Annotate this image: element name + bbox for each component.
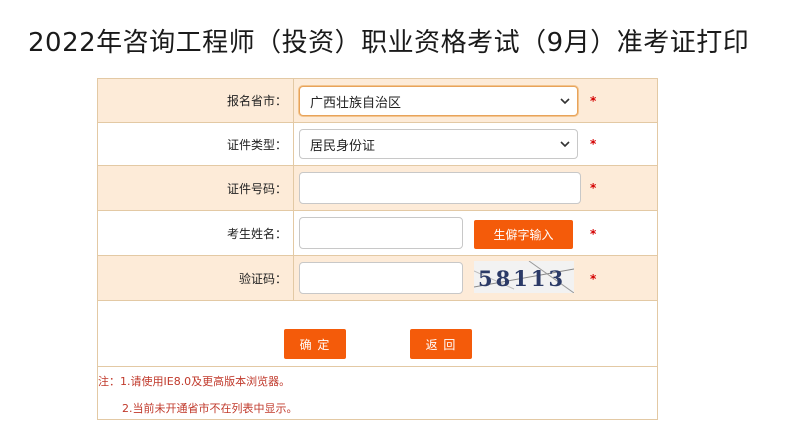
id-type-field-cell: 居民身份证 * [295, 123, 657, 165]
province-select-value: 广西壮族自治区 [310, 95, 402, 111]
admission-ticket-form: 报名省市： 广西壮族自治区 * 证件类型： 居民身份证 * 证件号码： * 考生… [97, 78, 658, 420]
province-field-cell: 广西壮族自治区 * [295, 79, 657, 122]
name-row: 考生姓名： 生僻字输入 * [98, 211, 657, 256]
required-mark: * [590, 272, 597, 286]
captcha-image[interactable]: 58113 [474, 261, 574, 293]
province-label: 报名省市： [98, 79, 294, 122]
id-number-field-cell: * [295, 166, 657, 210]
actions-row: 确 定 返 回 [98, 301, 657, 367]
captcha-text: 58113 [478, 266, 566, 291]
note-line-1: 注：1.请使用IE8.0及更高版本浏览器。 [98, 375, 291, 388]
required-mark: * [590, 94, 597, 108]
id-number-row: 证件号码： * [98, 166, 657, 211]
captcha-field-cell: 58113 * [295, 256, 657, 300]
required-mark: * [590, 227, 597, 241]
page-title: 2022年咨询工程师（投资）职业资格考试（9月）准考证打印 [28, 28, 750, 58]
chevron-down-icon [560, 141, 570, 148]
id-type-select-value: 居民身份证 [310, 138, 376, 154]
captcha-noise-lines: 58113 [474, 261, 574, 293]
name-input[interactable] [299, 217, 463, 249]
confirm-button[interactable]: 确 定 [284, 329, 346, 359]
back-button[interactable]: 返 回 [410, 329, 472, 359]
name-field-cell: 生僻字输入 * [295, 211, 657, 255]
required-mark: * [590, 181, 597, 195]
id-number-label: 证件号码： [98, 166, 294, 210]
id-number-input[interactable] [299, 172, 581, 204]
id-type-select[interactable]: 居民身份证 [299, 129, 578, 159]
id-type-label: 证件类型： [98, 123, 294, 165]
required-mark: * [590, 137, 597, 151]
province-select[interactable]: 广西壮族自治区 [299, 86, 578, 116]
chevron-down-icon [560, 98, 570, 105]
name-label: 考生姓名： [98, 211, 294, 255]
rare-character-input-button[interactable]: 生僻字输入 [474, 220, 573, 249]
province-row: 报名省市： 广西壮族自治区 * [98, 79, 657, 123]
id-type-row: 证件类型： 居民身份证 * [98, 123, 657, 166]
captcha-input[interactable] [299, 262, 463, 294]
captcha-label: 验证码： [98, 256, 294, 300]
note-line-2: 2.当前未开通省市不在列表中显示。 [122, 402, 298, 415]
captcha-row: 验证码： 58113 * [98, 256, 657, 301]
